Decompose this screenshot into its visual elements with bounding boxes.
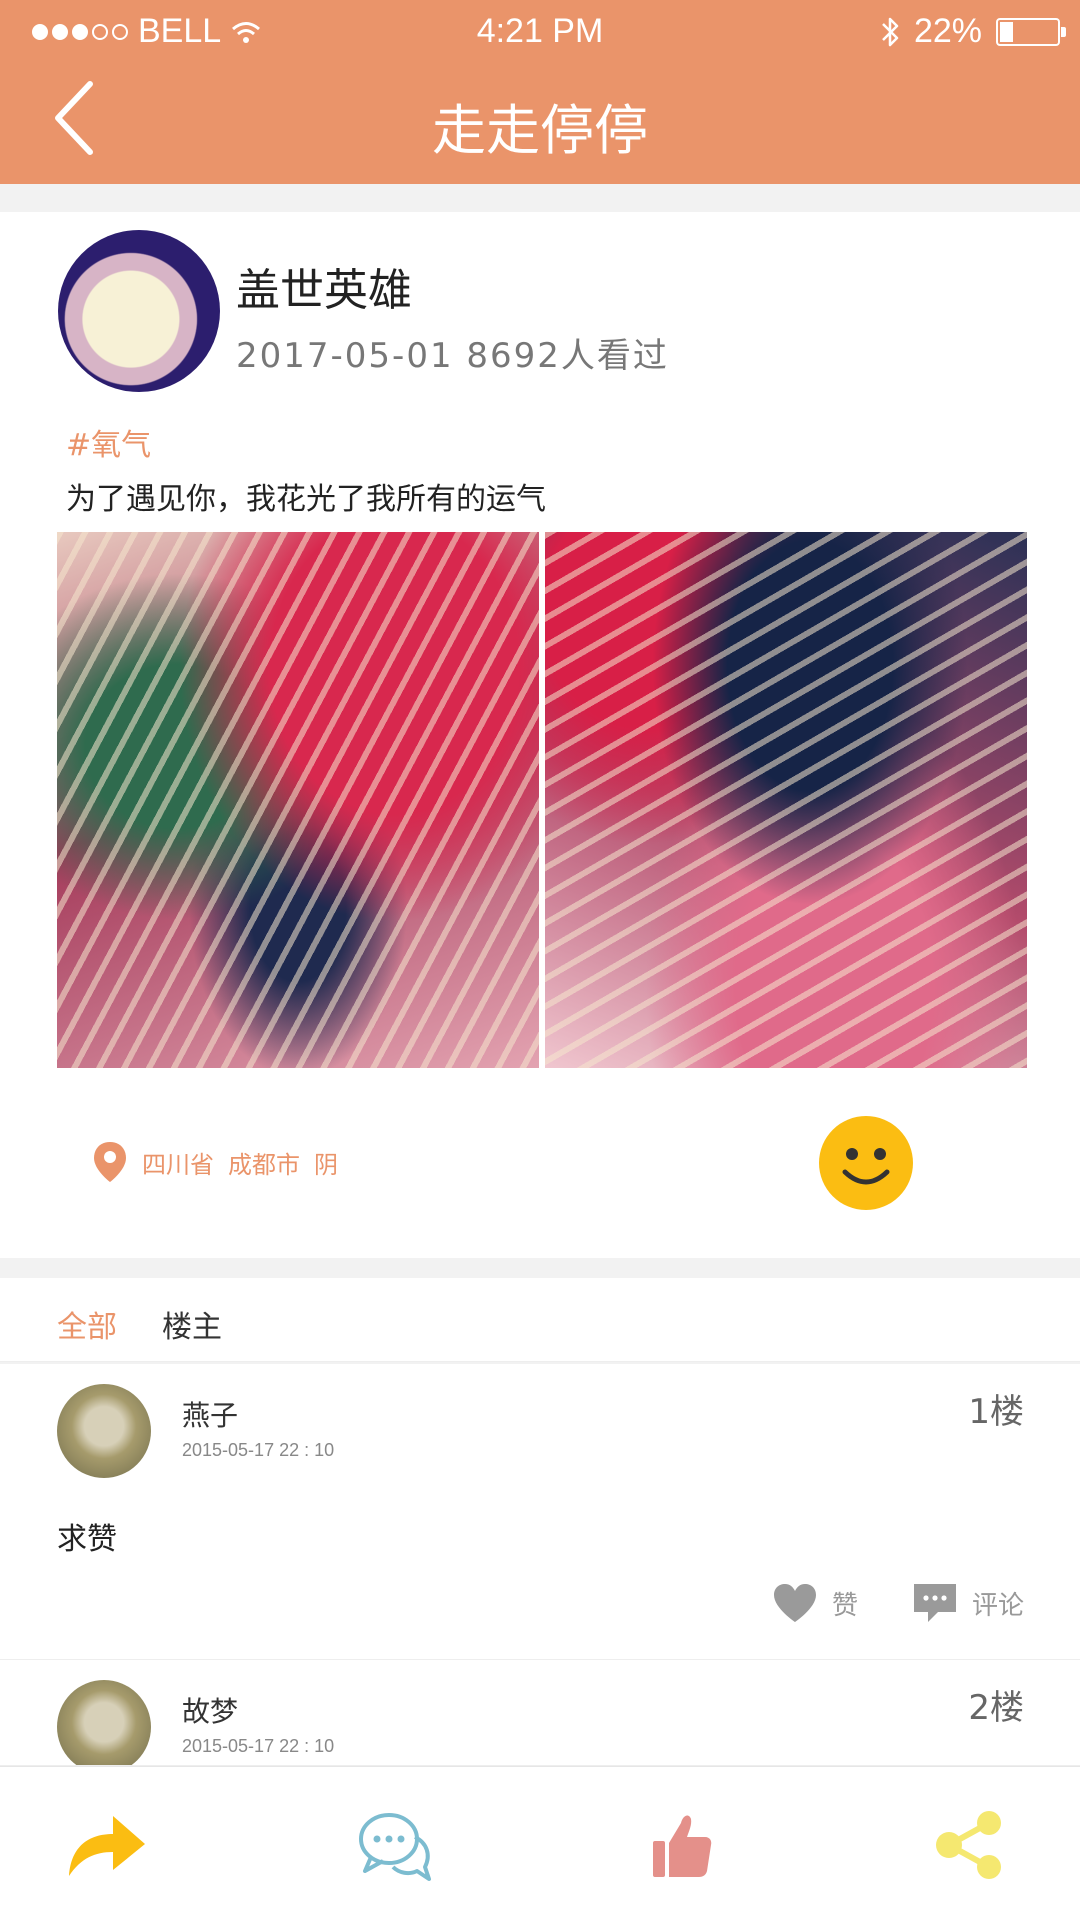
commenter-name[interactable]: 故梦 xyxy=(182,1690,238,1730)
status-bar: BELL 4:21 PM 22% xyxy=(0,0,1080,64)
comment-bubble-icon xyxy=(913,1584,956,1622)
comment-label: 评论 xyxy=(971,1590,1024,1621)
heart-icon xyxy=(773,1584,816,1622)
chat-button[interactable] xyxy=(350,1805,440,1885)
post-tag[interactable]: #氧气 xyxy=(66,420,151,464)
smiley-icon xyxy=(842,1148,890,1185)
comment-floor: 2楼 xyxy=(968,1688,1024,1728)
tab-owner[interactable]: 楼主 xyxy=(162,1302,222,1346)
page-title: 走走停停 xyxy=(432,99,648,162)
post-card: 盖世英雄 2017-05-01 8692人看过 #氧气 为了遇见你，我花光了我所… xyxy=(0,212,1080,1258)
location-weather: 阴 xyxy=(314,1150,338,1179)
chat-bubbles-icon xyxy=(359,1813,431,1881)
location-pin-icon xyxy=(94,1142,126,1182)
post-content: 为了遇见你，我花光了我所有的运气 xyxy=(66,482,546,517)
location-city: 成都市 xyxy=(228,1150,300,1179)
forward-button[interactable] xyxy=(62,1805,152,1885)
share-icon xyxy=(936,1811,1001,1879)
comment-item: 故梦 2015-05-17 22 : 10 2楼 xyxy=(0,1660,1080,1766)
comment-actions: 赞 评论 xyxy=(772,1582,1024,1624)
comment-time: 2015-05-17 22 : 10 xyxy=(182,1440,335,1460)
thumbs-up-icon xyxy=(653,1815,712,1877)
comment-filter-tabs: 全部 楼主 xyxy=(0,1278,1080,1362)
status-right-group: 22% xyxy=(880,12,1066,51)
app-header: BELL 4:21 PM 22% 走走停停 xyxy=(0,0,1080,184)
share-button[interactable] xyxy=(924,1805,1014,1885)
battery-fill xyxy=(1000,21,1014,42)
comment-floor: 1楼 xyxy=(968,1392,1024,1432)
post-image-1[interactable] xyxy=(57,532,539,1068)
author-name[interactable]: 盖世英雄 xyxy=(236,254,412,318)
location-province: 四川省 xyxy=(142,1150,214,1179)
bluetooth-icon xyxy=(882,17,899,46)
forward-arrow-icon xyxy=(69,1816,145,1876)
commenter-name[interactable]: 燕子 xyxy=(182,1394,238,1434)
author-avatar[interactable] xyxy=(58,230,220,392)
bottom-action-bar xyxy=(0,1766,1080,1920)
comment-item: 燕子 2015-05-17 22 : 10 1楼 求赞 赞 评论 xyxy=(0,1364,1080,1660)
thumbs-up-button[interactable] xyxy=(636,1805,726,1885)
commenter-avatar[interactable] xyxy=(57,1384,151,1478)
comment-text: 求赞 xyxy=(57,1522,117,1557)
location-text: 四川省 成都市 阴 xyxy=(142,1145,338,1180)
tab-all[interactable]: 全部 xyxy=(57,1302,117,1346)
post-meta: 2017-05-01 8692人看过 xyxy=(236,336,669,376)
comment-button[interactable]: 评论 xyxy=(912,1582,1024,1624)
commenter-avatar[interactable] xyxy=(57,1680,151,1765)
post-location: 四川省 成都市 阴 xyxy=(92,1140,338,1184)
post-image-2[interactable] xyxy=(545,532,1027,1068)
comment-time: 2015-05-17 22 : 10 xyxy=(182,1736,335,1756)
battery-icon xyxy=(996,17,1066,46)
like-button[interactable]: 赞 xyxy=(772,1582,858,1624)
battery-percent: 22% xyxy=(913,12,982,50)
like-label: 赞 xyxy=(831,1590,858,1621)
emoji-button[interactable] xyxy=(819,1116,913,1210)
